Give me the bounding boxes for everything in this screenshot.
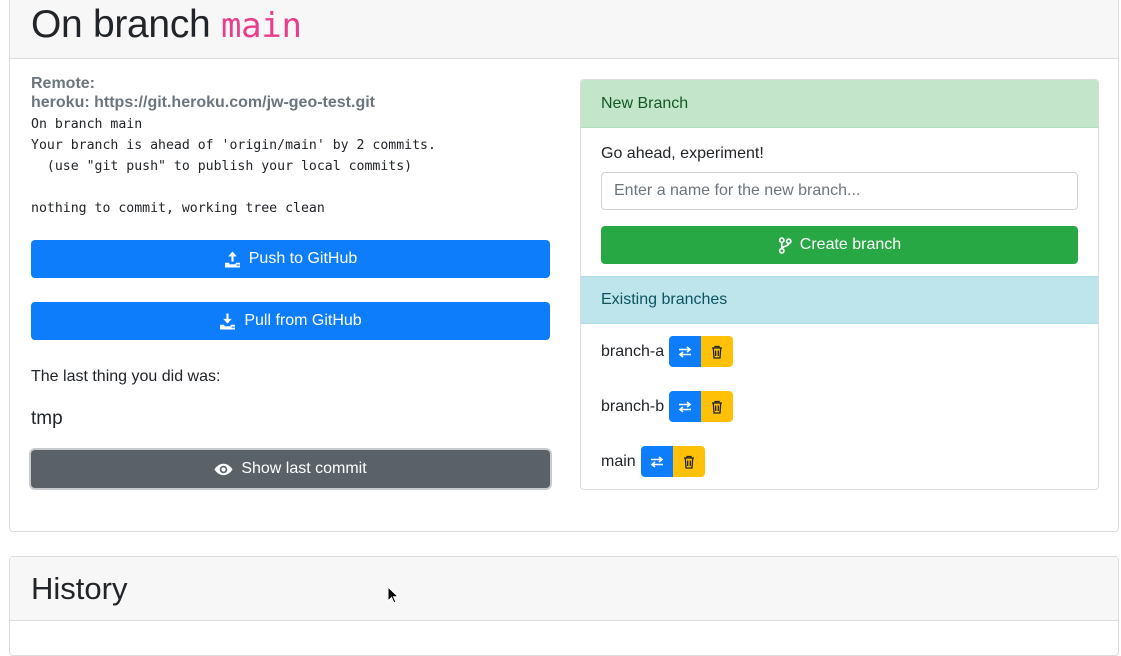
delete-branch-button[interactable] — [701, 391, 734, 422]
title-prefix: On branch — [31, 3, 211, 46]
delete-branch-button[interactable] — [701, 336, 734, 367]
download-icon — [219, 313, 236, 330]
remote-url: heroku: https://git.heroku.com/jw-geo-te… — [31, 94, 375, 111]
switch-branch-button[interactable] — [669, 336, 702, 367]
existing-branches-header: Existing branches — [581, 276, 1098, 324]
switch-branch-button[interactable] — [640, 446, 673, 477]
status-card: On branch main Remote: heroku: https://g… — [9, 0, 1119, 532]
remote-label: Remote: — [31, 75, 96, 92]
upload-icon — [224, 251, 241, 268]
create-branch-button[interactable]: Create branch — [601, 226, 1078, 264]
last-commit-message: tmp — [31, 408, 63, 429]
page-title: On branch main — [31, 2, 302, 49]
git-status-output: On branch main Your branch is ahead of '… — [31, 117, 436, 216]
branch-name: main — [601, 452, 636, 470]
show-commit-label: Show last commit — [241, 460, 367, 477]
mouse-pointer-icon — [387, 586, 399, 604]
show-last-commit-button[interactable]: Show last commit — [31, 450, 550, 488]
new-branch-name-input[interactable] — [601, 172, 1078, 210]
branch-row: main — [601, 446, 705, 477]
branch-row: branch-b — [601, 391, 734, 422]
switch-arrows-icon — [678, 345, 692, 358]
git-branch-icon — [778, 236, 792, 254]
pull-from-github-button[interactable]: Pull from GitHub — [31, 302, 550, 340]
branch-row: branch-a — [601, 336, 734, 367]
push-to-github-button[interactable]: Push to GitHub — [31, 240, 550, 278]
switch-arrows-icon — [678, 400, 692, 413]
eye-icon — [214, 461, 233, 478]
trash-icon — [683, 455, 694, 469]
history-card: History — [9, 556, 1119, 656]
switch-arrows-icon — [650, 455, 663, 468]
branch-name: branch-b — [601, 397, 665, 415]
history-title: History — [31, 571, 128, 606]
branch-panel: New Branch Go ahead, experiment! Create … — [580, 79, 1099, 490]
trash-icon — [712, 400, 723, 414]
current-branch-code: main — [220, 6, 302, 46]
experiment-prompt: Go ahead, experiment! — [601, 145, 764, 162]
new-branch-header: New Branch — [581, 80, 1098, 128]
switch-branch-button[interactable] — [669, 391, 702, 422]
last-action-label: The last thing you did was: — [31, 368, 221, 385]
branch-name: branch-a — [601, 342, 665, 360]
history-card-header: History — [10, 557, 1118, 621]
create-branch-label: Create branch — [799, 236, 902, 253]
status-card-header: On branch main — [10, 0, 1118, 59]
push-label: Push to GitHub — [248, 250, 358, 267]
delete-branch-button[interactable] — [672, 446, 705, 477]
trash-icon — [712, 345, 723, 359]
pull-label: Pull from GitHub — [244, 312, 362, 329]
